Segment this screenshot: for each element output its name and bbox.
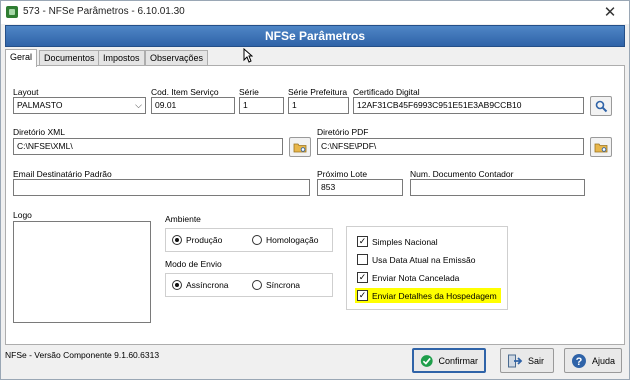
general-tab-panel: Layout PALMASTO ⌵ Cod. Item Serviço 09.0… [5,65,625,345]
layout-value: PALMASTO [17,100,63,110]
search-certificate-button[interactable] [590,96,612,116]
email-label: Email Destinatário Padrão [13,169,112,179]
email-input[interactable] [13,179,310,196]
nfse-parameters-window: 573 - NFSe Parâmetros - 6.10.01.30 ✕ NFS… [0,0,630,380]
layout-label: Layout [13,87,39,97]
radio-dot [252,235,262,245]
checkbox-simples-nacional[interactable]: ✓ Simples Nacional [357,236,438,247]
radio-dot [172,280,182,290]
confirmar-label: Confirmar [438,355,478,366]
radio-producao-label: Produção [186,235,223,245]
serie-input[interactable]: 1 [239,97,284,114]
exit-icon [508,354,523,367]
radio-sincrona[interactable]: Síncrona [252,280,300,290]
radio-sincrona-label: Síncrona [266,280,301,290]
certificado-label: Certificado Digital [353,87,420,97]
tab-documentos[interactable]: Documentos [39,50,100,66]
serie-label: Série [239,87,259,97]
check-circle-icon [420,354,433,367]
ambiente-group: Produção Homologação [165,228,333,252]
num-documento-input[interactable] [410,179,585,196]
ajuda-button[interactable]: ? Ajuda [564,348,622,373]
app-icon [6,6,18,18]
browse-pdf-button[interactable] [590,137,612,157]
serie-prefeitura-input[interactable]: 1 [288,97,349,114]
diretorio-pdf-label: Diretório PDF [317,127,369,137]
folder-icon [594,143,608,153]
form-banner: NFSe Parâmetros [5,25,625,47]
checkmark-icon: ✓ [357,272,368,283]
certificado-input[interactable]: 12AF31CB45F6993C951E51E3AB9CCB10 [353,97,584,114]
sair-button[interactable]: Sair [500,348,554,373]
ajuda-label: Ajuda [591,355,615,366]
radio-homologacao-label: Homologação [266,235,319,245]
help-icon: ? [571,353,586,367]
checkbox-enviar-detalhes-hospedagem[interactable]: ✓ Enviar Detalhes da Hospedagem [355,288,501,303]
close-button[interactable]: ✕ [597,3,623,22]
checkmark-icon: ✓ [357,236,368,247]
radio-dot [252,280,262,290]
radio-assincrona[interactable]: Assíncrona [172,280,229,290]
checkbox-usa-data-atual-label: Usa Data Atual na Emissão [372,254,476,265]
proximo-lote-input[interactable]: 853 [317,179,403,196]
tab-observacoes[interactable]: Observações [145,50,209,66]
radio-assincrona-label: Assíncrona [186,280,229,290]
checkmark-icon: ✓ [357,290,368,301]
tab-geral[interactable]: Geral [5,49,38,67]
diretorio-xml-label: Diretório XML [13,127,65,137]
cod-item-label: Cod. Item Serviço [151,87,219,97]
modo-envio-group: Assíncrona Síncrona [165,273,333,297]
checkbox-enviar-detalhes-hospedagem-label: Enviar Detalhes da Hospedagem [372,290,497,301]
cod-item-input[interactable]: 09.01 [151,97,235,114]
radio-producao[interactable]: Produção [172,235,222,245]
checkbox-simples-nacional-label: Simples Nacional [372,236,438,247]
proximo-lote-label: Próximo Lote [317,169,368,179]
checkbox-enviar-nota-cancelada[interactable]: ✓ Enviar Nota Cancelada [357,272,459,283]
ambiente-label: Ambiente [165,214,201,224]
diretorio-pdf-input[interactable]: C:\NFSE\PDF\ [317,138,584,155]
checkbox-usa-data-atual[interactable]: Usa Data Atual na Emissão [357,254,475,265]
sair-label: Sair [528,355,545,366]
logo-image-box[interactable] [13,221,151,323]
tab-impostos[interactable]: Impostos [98,50,145,66]
diretorio-xml-input[interactable]: C:\NFSE\XML\ [13,138,283,155]
folder-icon [293,143,307,153]
options-checkbox-group: ✓ Simples Nacional Usa Data Atual na Emi… [346,226,508,310]
serie-prefeitura-label: Série Prefeitura [288,87,348,97]
browse-xml-button[interactable] [289,137,311,157]
chevron-down-icon: ⌵ [135,100,142,110]
confirmar-button[interactable]: Confirmar [412,348,486,373]
radio-dot [172,235,182,245]
status-text: NFSe - Versão Componente 9.1.60.6313 [5,350,160,360]
checkbox-enviar-nota-cancelada-label: Enviar Nota Cancelada [372,272,460,283]
checkbox-empty-icon [357,254,368,265]
logo-label: Logo [13,210,32,220]
mouse-cursor-icon [243,48,253,63]
radio-homologacao[interactable]: Homologação [252,235,318,245]
num-documento-label: Num. Documento Contador [410,169,514,179]
title-bar: 573 - NFSe Parâmetros - 6.10.01.30 ✕ [1,1,629,24]
layout-select[interactable]: PALMASTO ⌵ [13,97,146,114]
modo-envio-label: Modo de Envio [165,259,222,269]
window-title: 573 - NFSe Parâmetros - 6.10.01.30 [23,6,185,17]
search-icon [595,100,607,112]
svg-text:?: ? [576,355,583,367]
